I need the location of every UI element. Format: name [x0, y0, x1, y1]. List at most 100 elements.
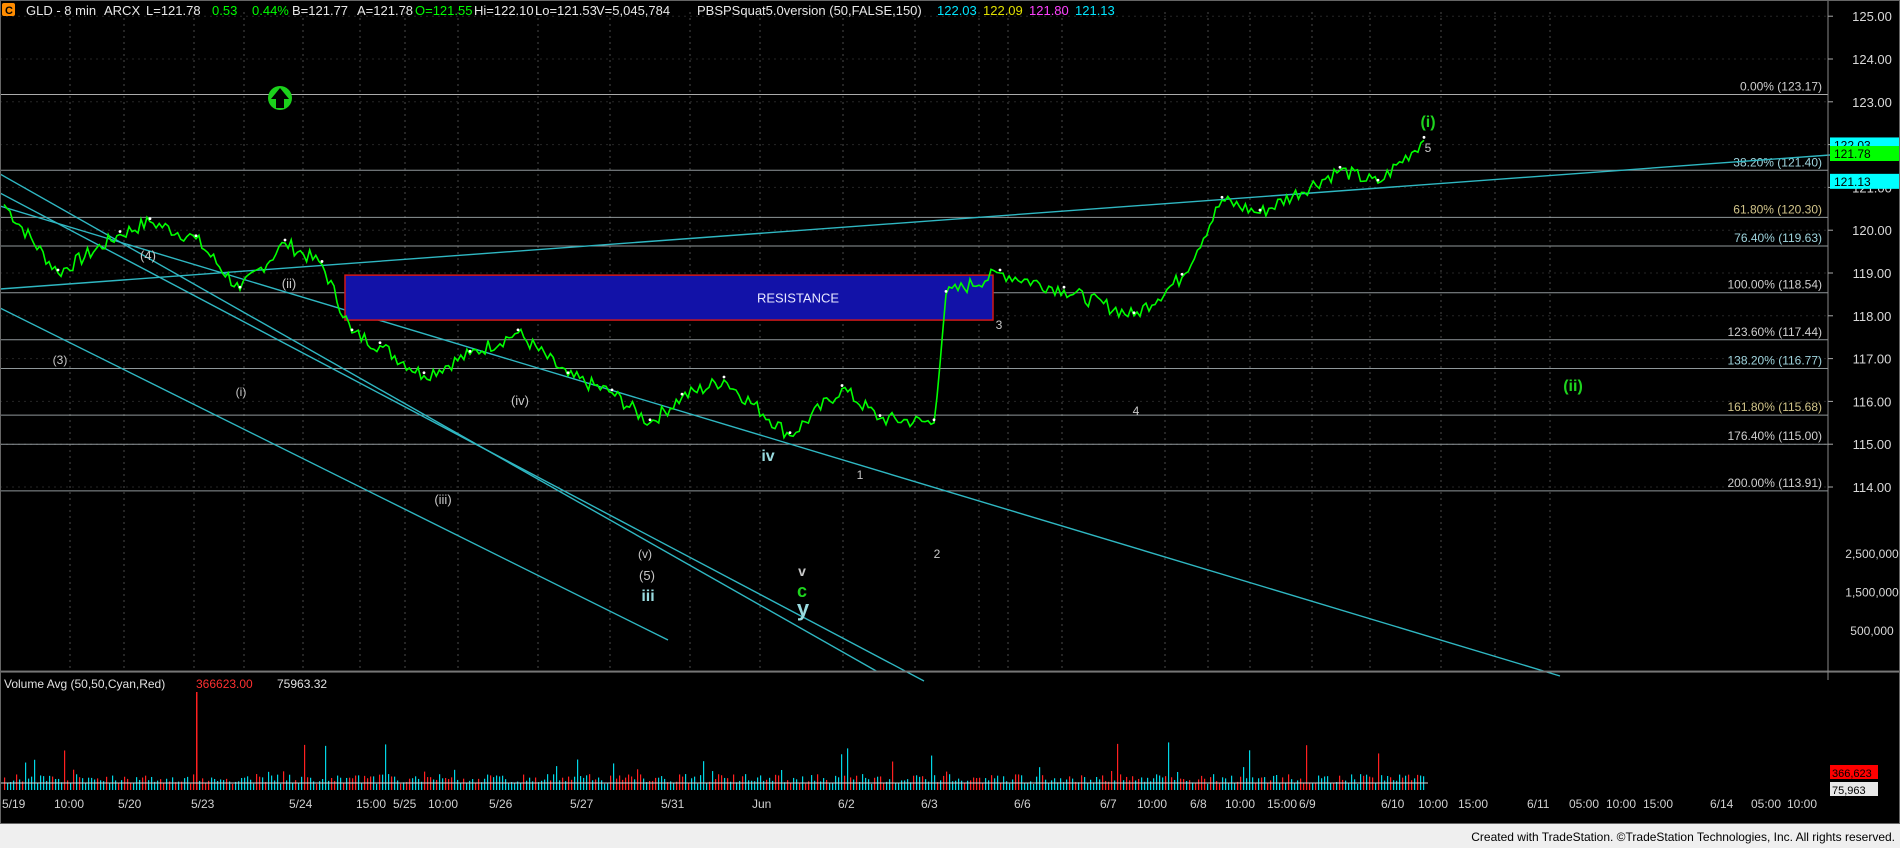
- volume-bar: [685, 774, 687, 790]
- volume-bar: [1414, 778, 1416, 790]
- price-marker: [1220, 195, 1224, 199]
- volume-bar: [529, 777, 531, 790]
- volume-bar: [1249, 750, 1251, 790]
- price-marker: [932, 418, 936, 422]
- volume-bar: [19, 779, 21, 790]
- volume-bar: [328, 780, 330, 790]
- wave-label: 2: [934, 547, 941, 561]
- wave-labels: (4)(ii)(3)(i)(iv)(iii)(v)(5)iiiivvcy1234…: [53, 86, 1583, 621]
- header-indicator-value: 121.80: [1029, 3, 1069, 18]
- volume-bar: [1198, 779, 1200, 790]
- volume-bar: [1012, 779, 1014, 790]
- wave-label: iv: [761, 448, 774, 465]
- volume-bar: [1018, 774, 1020, 790]
- volume-tick-label: 500,000: [1850, 624, 1894, 638]
- volume-bar: [451, 777, 453, 790]
- volume-bar: [874, 777, 876, 790]
- time-tick-label: 10:00: [1225, 797, 1255, 811]
- volume-bar: [1342, 779, 1344, 790]
- trend-line: [0, 307, 669, 641]
- wave-label: (4): [140, 248, 156, 263]
- volume-bar: [1090, 779, 1092, 790]
- volume-bar: [733, 774, 735, 790]
- volume-bar: [64, 750, 66, 790]
- volume-bar: [553, 774, 555, 790]
- chart-grid: [0, 12, 1828, 670]
- wave-label: (ii): [1563, 378, 1583, 395]
- wave-label: (3): [53, 353, 68, 367]
- wave-label: (5): [639, 568, 655, 583]
- resistance-label: RESISTANCE: [757, 291, 839, 306]
- volume-bar: [244, 777, 246, 790]
- volume-bar: [442, 778, 444, 790]
- wave-label: (iv): [511, 393, 529, 408]
- time-tick-label: 10:00: [1787, 797, 1817, 811]
- volume-bar: [460, 783, 462, 790]
- volume-bar: [1297, 780, 1299, 790]
- volume-bar: [1309, 782, 1311, 790]
- volume-bar: [16, 774, 18, 790]
- volume-bar: [865, 777, 867, 790]
- volume-bar: [346, 777, 348, 790]
- time-tick-label: 5/24: [289, 797, 313, 811]
- volume-bar: [58, 778, 60, 790]
- time-tick-label: 5/27: [570, 797, 594, 811]
- wave-label: (i): [1420, 114, 1435, 131]
- time-tick-label: 5/20: [118, 797, 142, 811]
- volume-bar: [1111, 770, 1113, 790]
- volume-bar: [445, 777, 447, 790]
- volume-bar: [475, 783, 477, 790]
- volume-bar: [1348, 783, 1350, 790]
- volume-bar: [361, 783, 363, 790]
- fib-label: 61.80% (120.30): [1733, 202, 1822, 216]
- volume-bar: [1054, 778, 1056, 790]
- volume-bar: [1099, 779, 1101, 790]
- volume-bar: [841, 754, 843, 790]
- volume-bar: [130, 782, 132, 790]
- header-indicator-value: 122.09: [983, 3, 1023, 18]
- volume-bar: [388, 774, 390, 790]
- volume-bar: [1228, 782, 1230, 790]
- time-tick-label: 5/25: [393, 797, 417, 811]
- volume-bar: [226, 778, 228, 790]
- volume-bar: [889, 779, 891, 790]
- volume-bar: [925, 779, 927, 790]
- volume-bar: [1384, 780, 1386, 790]
- volume-bar: [508, 782, 510, 790]
- price-marker: [1062, 285, 1066, 289]
- volume-bar: [982, 782, 984, 790]
- wave-label: 5: [1425, 141, 1432, 155]
- price-marker: [680, 392, 684, 396]
- volume-bar: [640, 774, 642, 790]
- volume-bar: [382, 774, 384, 790]
- volume-bar: [100, 780, 102, 790]
- price-marker: [148, 217, 152, 221]
- price-marker: [788, 431, 792, 435]
- volume-bar: [772, 780, 774, 790]
- price-tick-label: 118.00: [1853, 309, 1892, 324]
- volume-bar: [895, 782, 897, 790]
- volume-bar: [436, 779, 438, 790]
- volume-bar: [655, 777, 657, 790]
- wave-label: (v): [638, 547, 652, 561]
- time-tick-label: 6/10: [1381, 797, 1405, 811]
- volume-bar: [904, 780, 906, 790]
- volume-bar: [892, 761, 894, 790]
- price-marker: [1338, 165, 1342, 169]
- volume-bar: [1135, 780, 1137, 790]
- volume-bar: [1084, 777, 1086, 790]
- volume-bar: [439, 774, 441, 790]
- price-tick-label: 114.00: [1853, 480, 1892, 495]
- time-tick-label: 15:00: [1267, 797, 1297, 811]
- price-tick-label: 116.00: [1853, 394, 1892, 409]
- volume-bar: [697, 783, 699, 790]
- volume-bar: [376, 783, 378, 790]
- volume-bar: [82, 778, 84, 790]
- volume-bar: [547, 774, 549, 790]
- volume-bar: [463, 778, 465, 790]
- volume-bar: [826, 779, 828, 790]
- volume-bar: [199, 780, 201, 790]
- volume-bar: [652, 780, 654, 790]
- volume-bar: [196, 692, 198, 790]
- volume-bar: [1114, 780, 1116, 790]
